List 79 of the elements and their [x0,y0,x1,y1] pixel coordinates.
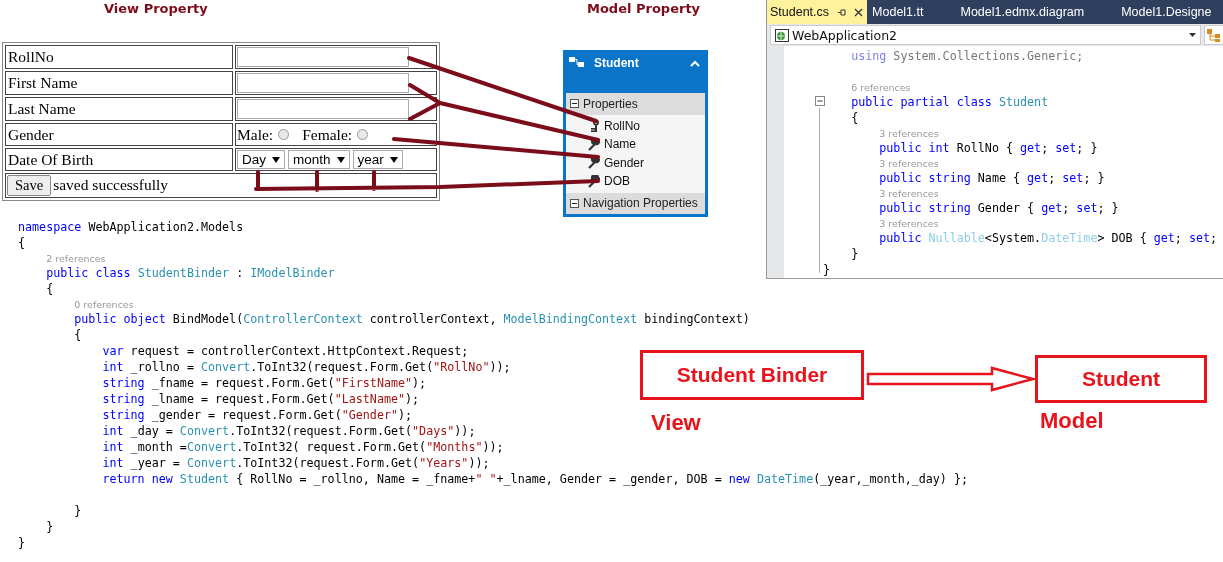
chevron-up-icon [690,60,700,67]
file-tab[interactable]: Model1.tt [869,0,958,24]
code-line: public string Name { get; set; } [879,171,1105,185]
text-field[interactable] [237,47,409,67]
code-line: { [18,236,26,250]
entity-title: Student [594,56,640,70]
code-line: var request = controllerContext.HttpContext.Request; [102,344,469,358]
wrench-icon [588,156,600,170]
code-line: public partial class Student [851,95,1049,109]
code-line: public int RollNo { get; set; } [879,141,1098,155]
property-name: Gender [604,155,645,170]
code-line: int _month =Convert.ToInt32( request.Form.Get("Months")); [102,440,504,454]
code-line: { [74,328,82,342]
collapse-icon [815,96,825,106]
field-label: Gender [8,125,54,143]
dropdown[interactable]: month [288,150,350,170]
field-label: First Name [8,74,78,91]
code-line: string _fname = request.Form.Get("FirstName"); [102,376,427,390]
code-line: } [851,247,859,261]
radio-label: Female: [302,125,353,143]
wrench-icon [588,174,600,188]
code-line: } [823,263,831,277]
property-name: RollNo [604,118,640,133]
code-line: using System.Collections.Generic; [851,49,1084,63]
property-name: DOB [604,174,630,189]
collapse-icon [570,198,579,208]
entity-icon [569,56,585,70]
caret-icon [272,156,280,163]
code-line: int _year = Convert.ToInt32(request.Form.Get("Years")); [102,456,490,470]
file-tab[interactable]: Model1.edmx.diagram [957,0,1119,24]
code-line: string _gender = request.Form.Get("Gender"); [102,408,413,422]
code-line: } [74,504,82,518]
diagram-box: Student [1035,355,1207,403]
code-line: { [46,282,54,296]
code-line: public class StudentBinder : IModelBinder [46,266,335,280]
status-message: saved successfully [53,176,169,193]
project-icon [775,28,789,42]
save-button[interactable]: Save [7,175,52,196]
diagram-caption: View [651,410,701,436]
radio-button[interactable] [357,128,369,140]
property-name: Name [604,137,636,152]
field-label: RollNo [8,48,54,65]
code-line: { [851,111,859,125]
close-icon [854,7,864,17]
code-line: namespace WebApplication2.Models [18,220,244,234]
code-line: string _lname = request.Form.Get("LastName"); [102,392,420,406]
dropdown[interactable]: Day [237,150,285,170]
collapse-icon [570,99,579,109]
code-line: public object BindModel(ControllerContext controllerContext, ModelBindingContext bindingContext) [74,312,750,326]
hierarchy-icon [1207,28,1221,42]
project-dropdown[interactable]: WebApplication2 [770,25,1201,45]
dropdown[interactable]: year [352,150,403,170]
radio-button[interactable] [278,128,290,140]
field-label: Last Name [8,100,76,117]
code-line: } [46,520,54,534]
code-line: return new Student { RollNo = _rollno, Name = _fname+" "+_lname, Gender = _gender, DOB = new DateTime(_year,_month,_day) }; [102,472,968,486]
section-heading: View Property [104,1,208,16]
caret-icon [1189,33,1196,37]
field-label: Date Of Birth [8,150,94,168]
hierarchy-button[interactable] [1204,25,1223,45]
caret-icon [389,156,398,163]
pin-icon [837,7,847,17]
file-tab[interactable]: Student.cs [767,0,868,24]
caret-icon [336,156,345,163]
key-icon [588,119,600,133]
code-line: public Nullable<System.DateTime> DOB { get; set; [879,231,1218,245]
code-line: int _rollno = Convert.ToInt32(request.Form.Get("RollNo")); [102,360,511,374]
code-line: public string Gender { get; set; } [879,201,1119,215]
text-field[interactable] [237,99,409,119]
code-line: int _day = Convert.ToInt32(request.Form.Get("Days")); [102,424,476,438]
diagram-box: Student Binder [640,350,864,400]
section-label: Properties [583,96,638,111]
text-field[interactable] [237,73,409,93]
code-line: } [18,536,26,550]
radio-label: Male: [237,125,274,143]
file-tab[interactable]: Model1.Designe [1118,0,1212,24]
diagram-caption: Model [1040,408,1104,434]
section-label: Navigation Properties [583,196,698,211]
section-heading: Model Property [587,1,701,16]
